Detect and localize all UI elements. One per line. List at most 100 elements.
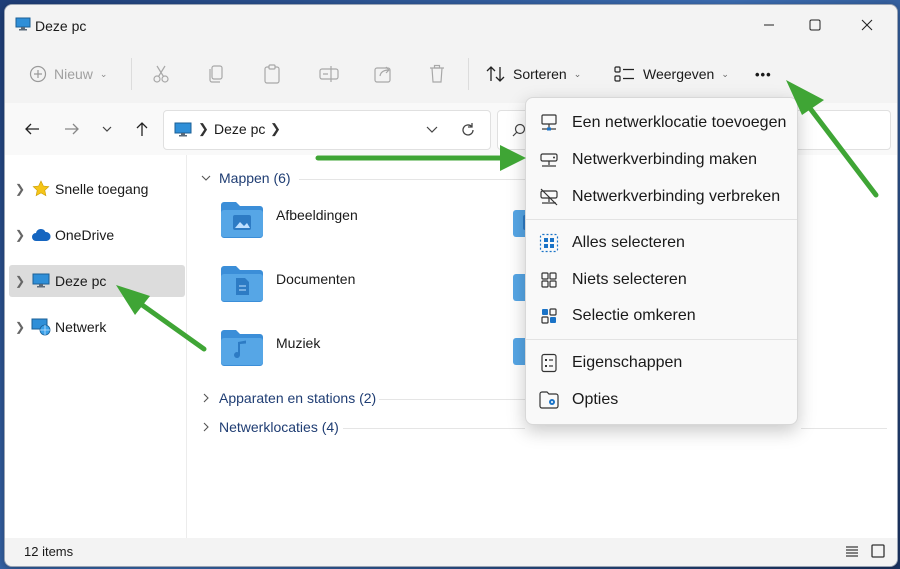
plus-circle-icon <box>29 65 47 83</box>
arrow-up-icon <box>136 122 148 136</box>
folder-label[interactable]: Muziek <box>276 335 320 351</box>
delete-button[interactable] <box>428 56 446 92</box>
group-divider <box>299 179 525 180</box>
sidebar-item-label: Snelle toegang <box>55 181 149 197</box>
menu-item-invert-selection[interactable]: Selectie omkeren <box>530 298 793 334</box>
menu-item-label: Netwerkverbinding verbreken <box>572 188 781 205</box>
close-button[interactable] <box>844 5 890 45</box>
sidebar-item-label: OneDrive <box>55 227 115 243</box>
group-label: Netwerklocaties (4) <box>219 419 339 435</box>
cut-button[interactable] <box>151 56 171 92</box>
new-button[interactable]: Nieuw ⌄ <box>29 56 107 92</box>
sidebar-item-label: Deze pc <box>55 273 107 289</box>
menu-item-label: Selectie omkeren <box>572 307 696 324</box>
up-button[interactable] <box>129 117 155 141</box>
group-header-network-locations[interactable]: Netwerklocaties (4) <box>201 419 339 435</box>
sidebar-item-this-pc[interactable]: ❯ Deze pc <box>9 265 185 297</box>
map-drive-icon <box>538 149 560 171</box>
menu-item-select-all[interactable]: Alles selecteren <box>530 225 793 261</box>
navigation-pane: ❯ Snelle toegang ❯ OneDrive ❯ Deze pc ❯ … <box>5 155 187 538</box>
menu-item-disconnect-network-drive[interactable]: Netwerkverbinding verbreken <box>530 179 793 215</box>
maximize-button[interactable] <box>792 5 838 45</box>
share-button[interactable] <box>373 56 393 92</box>
more-options-menu: Een netwerklocatie toevoegen Netwerkverb… <box>525 97 798 425</box>
this-pc-icon <box>174 122 192 137</box>
menu-item-label: Netwerkverbinding maken <box>572 151 757 168</box>
chevron-right-icon[interactable]: ❯ <box>9 320 31 334</box>
new-button-label: Nieuw <box>54 66 93 82</box>
tiles-view-icon[interactable] <box>871 544 885 558</box>
breadcrumb-separator-icon: ❯ <box>270 121 281 136</box>
chevron-down-icon: ⌄ <box>99 68 108 79</box>
minimize-button[interactable] <box>746 5 792 45</box>
sort-button[interactable]: Sorteren ⌄ <box>486 56 581 92</box>
chevron-down-icon[interactable] <box>426 126 438 134</box>
rename-button[interactable] <box>319 56 339 92</box>
this-pc-icon <box>15 17 31 31</box>
network-location-icon <box>538 112 560 134</box>
back-button[interactable] <box>19 117 45 141</box>
address-bar[interactable]: ❯ Deze pc ❯ <box>163 110 491 150</box>
toolbar-divider <box>468 58 469 90</box>
chevron-right-icon[interactable]: ❯ <box>9 228 31 242</box>
refresh-icon[interactable] <box>460 122 476 138</box>
star-icon <box>31 180 51 198</box>
chevron-down-icon: ⌄ <box>721 68 729 79</box>
folder-documents-icon[interactable] <box>219 263 265 303</box>
menu-item-map-network-drive[interactable]: Netwerkverbinding maken <box>530 142 793 178</box>
menu-item-options[interactable]: Opties <box>530 382 793 418</box>
properties-icon <box>538 352 560 374</box>
disconnect-drive-icon <box>538 186 560 208</box>
details-view-icon[interactable] <box>845 545 859 558</box>
rename-icon <box>319 66 339 82</box>
paste-button[interactable] <box>263 56 281 92</box>
menu-item-label: Alles selecteren <box>572 234 685 251</box>
item-count: 12 items <box>24 544 74 559</box>
sidebar-item-quick-access[interactable]: ❯ Snelle toegang <box>9 173 185 205</box>
scissors-icon <box>153 65 169 83</box>
copy-button[interactable] <box>207 56 225 92</box>
chevron-right-icon <box>203 393 209 403</box>
this-pc-icon <box>31 272 51 290</box>
invert-selection-icon <box>538 305 560 327</box>
maximize-icon <box>809 19 821 31</box>
sort-button-label: Sorteren <box>513 66 567 82</box>
breadcrumb-separator-icon: ❯ <box>198 121 209 136</box>
chevron-right-icon[interactable]: ❯ <box>9 274 31 288</box>
forward-button[interactable] <box>59 117 85 141</box>
breadcrumb-location[interactable]: Deze pc <box>214 121 265 137</box>
select-none-icon <box>538 269 560 291</box>
cloud-icon <box>31 226 51 244</box>
menu-item-add-network-location[interactable]: Een netwerklocatie toevoegen <box>530 105 793 141</box>
group-label: Apparaten en stations (2) <box>219 390 377 406</box>
group-header-folders[interactable]: Mappen (6) <box>201 170 291 186</box>
menu-item-label: Opties <box>572 391 619 408</box>
menu-item-properties[interactable]: Eigenschappen <box>530 345 793 381</box>
more-options-button[interactable]: ••• <box>755 56 772 92</box>
folder-label[interactable]: Documenten <box>276 271 355 287</box>
menu-item-label: Eigenschappen <box>572 354 683 371</box>
sidebar-item-onedrive[interactable]: ❯ OneDrive <box>9 219 185 251</box>
sort-arrows-icon <box>486 66 505 82</box>
status-bar: 12 items <box>5 538 897 566</box>
sidebar-item-network[interactable]: ❯ Netwerk <box>9 311 185 343</box>
folder-music-icon[interactable] <box>219 327 265 367</box>
recent-locations-button[interactable] <box>94 117 120 141</box>
view-button[interactable]: Weergeven ⌄ <box>614 56 729 92</box>
window-title: Deze pc <box>35 18 87 34</box>
folder-pictures-icon[interactable] <box>219 199 265 239</box>
close-icon <box>861 19 873 31</box>
select-all-icon <box>538 232 560 254</box>
menu-item-select-none[interactable]: Niets selecteren <box>530 262 793 298</box>
group-divider <box>801 428 887 429</box>
group-header-devices[interactable]: Apparaten en stations (2) <box>201 390 376 406</box>
clipboard-icon <box>264 64 280 84</box>
chevron-right-icon[interactable]: ❯ <box>9 182 31 196</box>
menu-item-label: Een netwerklocatie toevoegen <box>572 114 787 131</box>
group-divider <box>379 399 525 400</box>
chevron-down-icon <box>201 175 211 181</box>
ellipsis-icon: ••• <box>755 66 772 82</box>
arrow-right-icon <box>65 123 79 135</box>
folder-label[interactable]: Afbeeldingen <box>276 207 358 223</box>
menu-divider <box>526 219 797 220</box>
